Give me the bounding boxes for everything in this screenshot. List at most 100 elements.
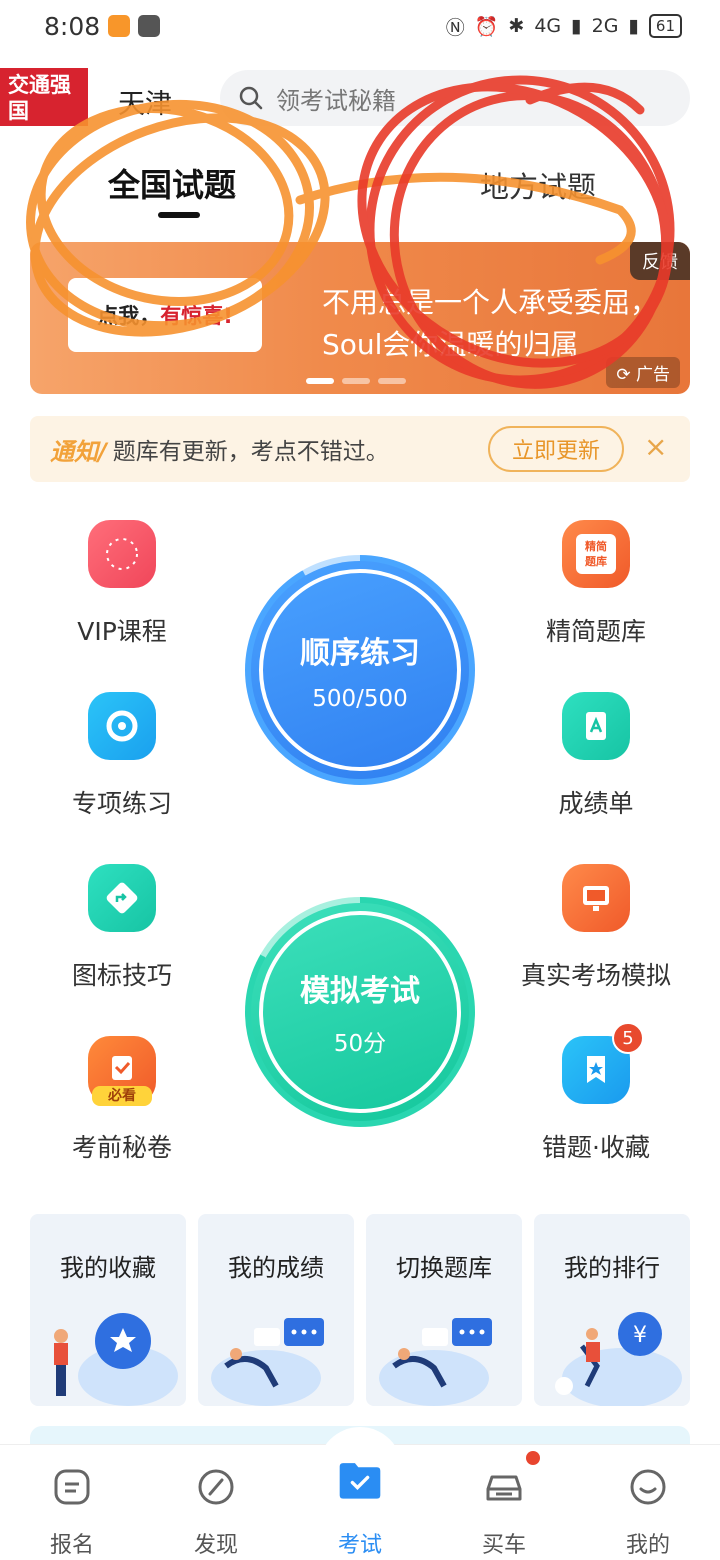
bluetooth-icon: ✱ [508, 15, 525, 37]
exam-inner-ring [259, 911, 461, 1113]
checklist-icon: 必看 [88, 1036, 156, 1106]
card-label: 我的成绩 [228, 1254, 324, 1282]
vip-icon [88, 520, 156, 588]
sequential-practice-button[interactable]: 顺序练习 500/500 [245, 555, 475, 785]
nav-label: 买车 [481, 1533, 526, 1558]
icon-tips-button[interactable]: 图标技巧 [32, 864, 212, 992]
refresh-icon: ⟳ [616, 365, 636, 385]
signal-1: 4G [534, 15, 562, 37]
notice-tag: 通知/ [50, 437, 107, 466]
my-favorites-card[interactable]: 我的收藏 [30, 1214, 186, 1406]
signal-2: 2G [591, 15, 619, 37]
nav-label: 报名 [49, 1533, 94, 1558]
tab-national[interactable]: 全国试题 [108, 160, 236, 206]
close-icon[interactable]: × [644, 430, 667, 463]
practice-title: 顺序练习 [300, 636, 420, 671]
exam-title: 模拟考试 [300, 974, 420, 1009]
signal-bars-icon: ▮ [571, 15, 582, 37]
mock-exam-button[interactable]: 模拟考试 50分 [245, 897, 475, 1127]
bookmark-star-icon: 5 [562, 1022, 644, 1104]
notice-text: 题库有更新，考点不错过。 [112, 439, 389, 465]
concise-label: 精简题库 [545, 617, 646, 646]
battery-indicator: 61 [648, 14, 682, 38]
svg-text:¥: ¥ [633, 1323, 647, 1348]
report-icon [562, 692, 630, 760]
banner-pagination [306, 378, 406, 384]
car-icon [482, 1465, 526, 1509]
my-ranking-card[interactable]: 我的排行 ¥ [534, 1214, 690, 1406]
banner-dot [378, 378, 406, 384]
must-see-tag: 必看 [92, 1086, 152, 1106]
search-input[interactable]: 领考试秘籍 [220, 70, 690, 126]
banner-dot [306, 378, 334, 384]
mistakes-label: 错题·收藏 [542, 1133, 650, 1162]
exam-secret-button[interactable]: 必看 考前秘卷 [32, 1036, 212, 1164]
real-sim-label: 真实考场模拟 [520, 961, 671, 990]
brand-logo[interactable]: 交通强国 [0, 68, 88, 126]
banner-text: 不用总是一个人承受委屈，Soul会你温暖的归属 [322, 286, 659, 361]
nav-label: 发现 [193, 1533, 238, 1558]
secret-label: 考前秘卷 [71, 1133, 172, 1162]
nfc-icon: Ⓝ [445, 16, 465, 39]
compass-icon [194, 1465, 238, 1509]
report-card-button[interactable]: 成绩单 [506, 692, 686, 820]
huawei-app-icon [138, 15, 161, 37]
clipboard-icon [50, 1465, 94, 1509]
nav-item-profile[interactable]: 我的 [598, 1465, 698, 1559]
mistakes-favorites-button[interactable]: 5 错题·收藏 [506, 1022, 686, 1164]
nav-label: 考试 [337, 1533, 382, 1558]
banner-promo-card: 点我， 有惊喜! [68, 278, 262, 352]
exam-score-text: 50分 [333, 1031, 387, 1057]
mistakes-badge: 5 [612, 1022, 644, 1054]
banner-feedback-button[interactable]: 反馈 [630, 242, 690, 280]
special-practice-button[interactable]: 专项练习 [32, 692, 212, 820]
question-bank-tabs: 全国试题 地方试题 [0, 160, 720, 220]
ranking-illustration: ¥ [555, 1312, 682, 1406]
status-bar: 8:08 Ⓝ ⏰ ✱ 4G ▮ 2G ▮ 61 [0, 0, 720, 52]
practice-progress-text: 500/500 [312, 686, 408, 712]
ad-label-text: 广告 [636, 365, 670, 385]
vip-label: VIP课程 [77, 617, 167, 646]
my-scores-card[interactable]: 我的成绩 [198, 1214, 354, 1406]
scores-illustration [211, 1318, 324, 1406]
status-indicators: Ⓝ ⏰ ✱ 4G ▮ 2G ▮ 61 [446, 13, 682, 40]
report-label: 成绩单 [558, 789, 634, 818]
special-label: 专项练习 [71, 789, 172, 818]
concise-bank-icon: 精简题库 [562, 520, 630, 588]
banner-ad-label: ⟳ 广告 [606, 357, 680, 388]
favorites-illustration [54, 1313, 178, 1406]
notification-dot [526, 1451, 540, 1465]
road-sign-icon [88, 864, 156, 932]
nav-label: 我的 [625, 1533, 670, 1558]
concise-bank-icon-text: 精简题库 [576, 534, 616, 574]
concise-bank-button[interactable]: 精简题库 精简题库 [506, 520, 686, 648]
card-label: 我的排行 [564, 1254, 660, 1282]
search-icon [239, 86, 263, 110]
status-time: 8:08 [44, 11, 101, 41]
update-now-button[interactable]: 立即更新 [488, 426, 624, 472]
vip-course-button[interactable]: VIP课程 [32, 520, 212, 648]
ad-banner[interactable]: 点我， 有惊喜! 不用总是一个人承受委屈，Soul会你温暖的归属 反馈 ⟳ 广告 [30, 242, 690, 394]
target-icon [88, 692, 156, 760]
banner-card-text: 点我， [97, 304, 161, 328]
banner-dot [342, 378, 370, 384]
bottom-nav: 报名 发现 考试 买车 我的 [0, 1427, 720, 1560]
city-selector[interactable]: 天津 [118, 82, 172, 121]
exam-folder-icon [338, 1463, 382, 1509]
nav-item-register[interactable]: 报名 [22, 1465, 122, 1559]
shortcut-cards: 我的收藏 我的成绩 切换题库 我的排行 ¥ [30, 1214, 690, 1406]
nav-item-buy-car[interactable]: 买车 [454, 1465, 554, 1559]
real-exam-sim-button[interactable]: 真实考场模拟 [506, 864, 686, 992]
tab-underline [158, 212, 200, 218]
switch-bank-illustration [379, 1318, 492, 1406]
tab-local[interactable]: 地方试题 [480, 164, 596, 206]
banner-card-highlight: 有惊喜! [160, 304, 233, 328]
video-app-icon [108, 15, 131, 37]
update-notice: 通知/ 题库有更新，考点不错过。 立即更新 × [30, 416, 690, 482]
profile-smile-icon [626, 1465, 670, 1509]
switch-bank-card[interactable]: 切换题库 [366, 1214, 522, 1406]
monitor-icon [562, 864, 630, 932]
nav-item-discover[interactable]: 发现 [166, 1465, 266, 1559]
nav-item-exam[interactable]: 考试 [310, 1463, 410, 1559]
card-label: 切换题库 [396, 1254, 492, 1282]
